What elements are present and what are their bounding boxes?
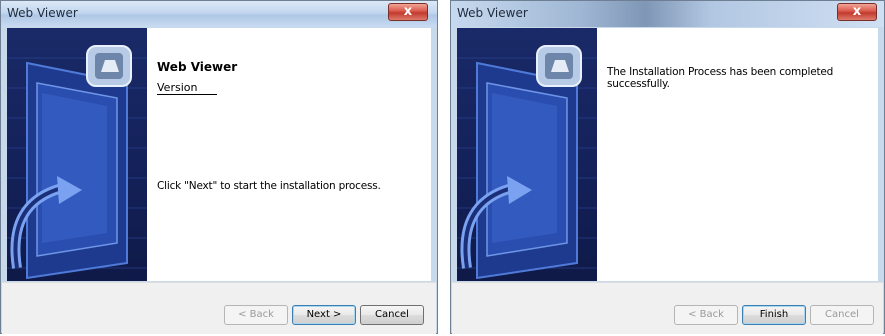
button-bar: < Back Finish Cancel [452,282,883,334]
close-icon: x [852,4,862,19]
cancel-button[interactable]: Cancel [810,305,874,325]
instruction-text: Click "Next" to start the installation p… [157,180,381,192]
setup-dialog-welcome: Web Viewer x Web Viewer Version Click "N… [0,0,438,334]
close-button[interactable]: x [388,3,428,21]
version-label: Version [157,81,218,95]
dialog-content: The Installation Process has been comple… [457,28,878,281]
window-title: Web Viewer [7,6,78,20]
installer-banner-icon [7,28,147,281]
back-button-label: < Back [238,309,274,320]
finish-button-label: Finish [759,309,789,320]
product-heading: Web Viewer [157,60,238,74]
back-button[interactable]: < Back [224,305,288,325]
cancel-button-label: Cancel [825,309,859,320]
title-bar[interactable]: Web Viewer x [1,1,437,27]
cancel-button-label: Cancel [375,309,409,320]
completion-message: The Installation Process has been comple… [607,66,834,90]
next-button[interactable]: Next > [292,305,356,325]
back-button-label: < Back [688,309,724,320]
installer-banner-icon [457,28,597,281]
close-icon: x [403,4,413,19]
back-button[interactable]: < Back [674,305,738,325]
setup-dialog-finished: Web Viewer x The Installation Process ha… [450,0,885,334]
finish-button[interactable]: Finish [742,305,806,325]
close-button[interactable]: x [837,3,877,21]
title-bar[interactable]: Web Viewer x [451,1,884,27]
next-button-label: Next > [306,309,342,320]
window-title: Web Viewer [457,6,528,20]
button-bar: < Back Next > Cancel [2,282,436,334]
dialog-content: Web Viewer Version Click "Next" to start… [7,28,431,281]
cancel-button[interactable]: Cancel [360,305,424,325]
